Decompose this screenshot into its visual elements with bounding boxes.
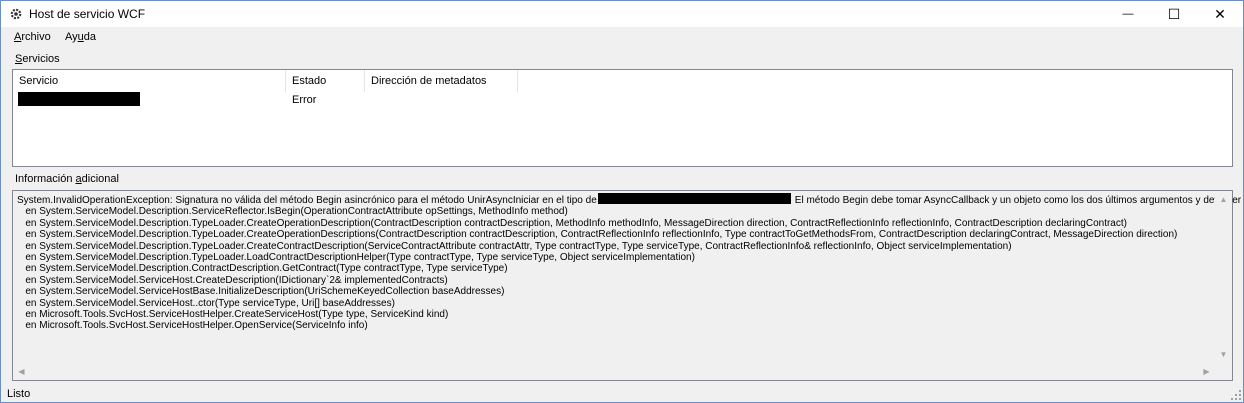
stack-line: en System.ServiceModel.Description.Contr… <box>17 263 508 275</box>
services-label: Servicios <box>15 53 60 65</box>
column-header-metadatos[interactable]: Dirección de metadatos <box>365 70 518 92</box>
scroll-right-icon[interactable]: ▶ <box>1198 363 1215 380</box>
stack-line: en System.ServiceModel.ServiceHost..ctor… <box>17 297 395 309</box>
stack-line: en System.ServiceModel.Description.TypeL… <box>17 217 1127 229</box>
info-label: Información adicional <box>15 173 119 185</box>
exception-message-start: System.InvalidOperationException: Signat… <box>17 195 597 206</box>
column-header-metadatos-label: Dirección de metadatos <box>371 75 487 87</box>
scroll-down-icon[interactable]: ▼ <box>1215 346 1232 363</box>
column-header-servicio-label: Servicio <box>19 75 59 87</box>
maximize-icon: ☐ <box>1167 5 1181 22</box>
menu-ayuda[interactable]: Ayuda <box>65 31 96 43</box>
app-window: Host de servicio WCF — ☐ ✕ Archivo Ayuda… <box>0 0 1244 403</box>
stack-line: en System.ServiceModel.ServiceHost.Creat… <box>17 274 448 286</box>
row-status: Error <box>292 94 317 106</box>
scroll-left-icon[interactable]: ◀ <box>13 363 30 380</box>
gear-icon <box>10 8 22 20</box>
stack-line: en Microsoft.Tools.SvcHost.ServiceHostHe… <box>17 309 449 321</box>
scroll-up-icon[interactable]: ▲ <box>1215 191 1232 208</box>
menu-ayuda-label-start: Ay <box>65 31 78 43</box>
info-textbox[interactable]: System.InvalidOperationException: Signat… <box>12 190 1241 381</box>
menu-ayuda-label-end: da <box>83 31 97 43</box>
column-header-servicio[interactable]: Servicio <box>13 70 286 92</box>
status-bar: Listo <box>1 384 1243 402</box>
redacted-type-name <box>597 193 791 204</box>
stack-line: en System.ServiceModel.Description.TypeL… <box>17 240 1012 252</box>
exception-message-end: El método Begin debe tomar AsyncCallback… <box>794 195 1241 206</box>
stack-line: en Microsoft.Tools.SvcHost.ServiceHostHe… <box>17 320 368 332</box>
close-button[interactable]: ✕ <box>1197 1 1243 27</box>
scroll-corner <box>1215 363 1232 380</box>
close-icon: ✕ <box>1214 5 1226 22</box>
menu-archivo-label: rchivo <box>21 31 51 43</box>
menu-archivo[interactable]: Archivo <box>14 31 51 43</box>
title-bar[interactable]: Host de servicio WCF — ☐ ✕ <box>1 1 1243 27</box>
stack-line: en System.ServiceModel.Description.TypeL… <box>17 252 695 264</box>
window-title: Host de servicio WCF <box>29 7 146 21</box>
maximize-button[interactable]: ☐ <box>1151 1 1197 27</box>
minimize-icon: — <box>1122 8 1134 20</box>
resize-grip-icon[interactable] <box>1231 390 1241 400</box>
minimize-button[interactable]: — <box>1105 1 1151 27</box>
stack-line: en System.ServiceModel.Description.Servi… <box>17 206 568 218</box>
exception-text: System.InvalidOperationException: Signat… <box>17 193 1241 332</box>
vertical-scrollbar[interactable]: ▲ ▼ <box>1215 191 1232 363</box>
horizontal-scrollbar[interactable]: ◀ ▶ <box>13 363 1215 380</box>
info-label-end: dicional <box>81 173 119 185</box>
info-label-start: Información <box>15 173 76 185</box>
stack-line: en System.ServiceModel.ServiceHostBase.I… <box>17 286 505 298</box>
column-header-estado-label: Estado <box>292 75 327 87</box>
services-list[interactable]: Servicio Estado Dirección de metadatos E… <box>12 69 1233 167</box>
status-text: Listo <box>7 388 31 400</box>
column-header-estado[interactable]: Estado <box>286 70 365 92</box>
stack-line: en System.ServiceModel.Description.TypeL… <box>17 229 1178 241</box>
services-label-text: ervicios <box>22 53 60 65</box>
redacted-service-name <box>18 92 140 106</box>
